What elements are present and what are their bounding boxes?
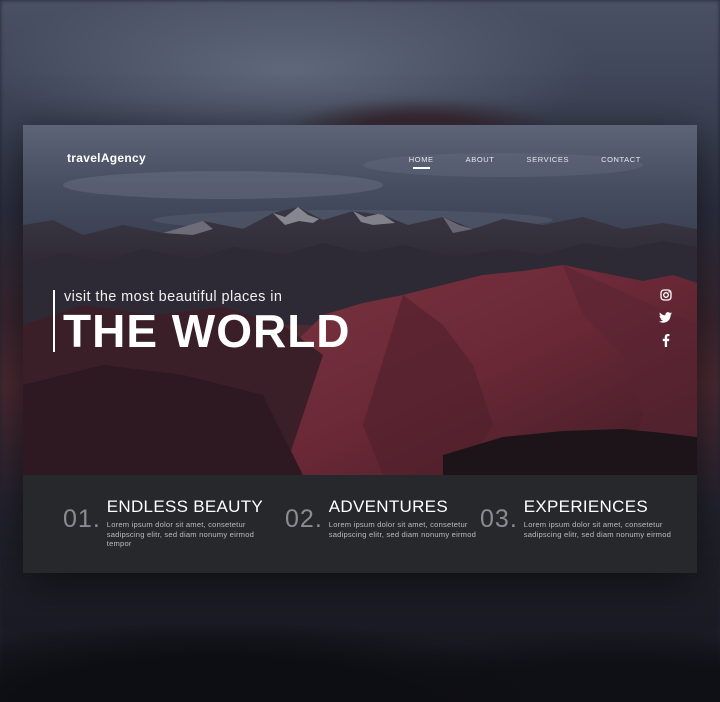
feature-title: ADVENTURES [328, 497, 448, 516]
facebook-icon[interactable] [662, 334, 670, 347]
hero-subtitle: visit the most beautiful places in [64, 289, 283, 305]
feature-description: Lorem ipsum dolor sit amet, consetetur s… [523, 520, 672, 539]
background-mountain-peaks [240, 88, 600, 128]
hero-section: travelAgency HOME ABOUT SERVICES CONTACT… [23, 125, 697, 475]
instagram-icon[interactable] [659, 289, 672, 301]
nav-services[interactable]: SERVICES [527, 155, 570, 164]
background-foreground-hills [0, 562, 720, 702]
top-navigation: HOME ABOUT SERVICES CONTACT [409, 155, 641, 169]
features-strip: 01. ENDLESS BEAUTY Lorem ipsum dolor sit… [23, 475, 697, 573]
feature-item: 03. EXPERIENCES Lorem ipsum dolor sit am… [480, 497, 674, 539]
feature-item: 01. ENDLESS BEAUTY Lorem ipsum dolor sit… [63, 497, 263, 549]
feature-number: 01. [63, 505, 101, 533]
feature-description: Lorem ipsum dolor sit amet, consetetur s… [106, 520, 255, 549]
social-links [659, 289, 672, 347]
twitter-icon[interactable] [659, 312, 672, 323]
feature-description: Lorem ipsum dolor sit amet, consetetur s… [328, 520, 477, 539]
feature-item: 02. ADVENTURES Lorem ipsum dolor sit ame… [285, 497, 479, 539]
feature-title: ENDLESS BEAUTY [106, 497, 264, 516]
feature-title: EXPERIENCES [523, 497, 648, 516]
headline-accent-bar [53, 290, 55, 352]
landing-page-card: travelAgency HOME ABOUT SERVICES CONTACT… [23, 125, 697, 573]
nav-about[interactable]: ABOUT [466, 155, 495, 164]
feature-number: 02. [285, 505, 323, 533]
nav-contact[interactable]: CONTACT [601, 155, 641, 164]
feature-number: 03. [480, 505, 518, 533]
hero-title: THE WORLD [63, 305, 351, 357]
brand-logo[interactable]: travelAgency [67, 151, 146, 165]
nav-home[interactable]: HOME [409, 155, 434, 169]
